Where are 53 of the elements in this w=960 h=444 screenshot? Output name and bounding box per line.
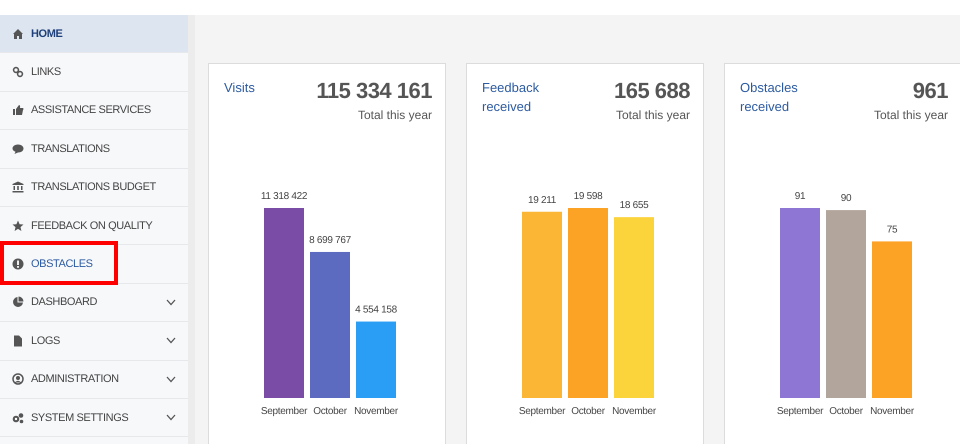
menu-icon	[12, 142, 24, 155]
category-label: October	[829, 406, 863, 417]
total-value: 961	[912, 78, 948, 104]
value-label: 91	[794, 191, 806, 202]
total-caption: Total this year	[614, 108, 690, 122]
menu-icon	[12, 373, 24, 386]
sidebar-item[interactable]: ADMINISTRATION	[0, 360, 188, 399]
card-title: Obstacles received	[740, 79, 799, 116]
category-label: October	[571, 406, 605, 417]
sidebar-item[interactable]: DASHBOARD	[0, 284, 188, 322]
value-label: 19 598	[574, 191, 602, 202]
chevron-icon[interactable]	[166, 337, 176, 344]
value-label: 11 318 422	[260, 191, 308, 202]
value-label: 18 655	[620, 200, 648, 212]
sidebar-item[interactable]: SYSTEM SETTINGS	[0, 398, 188, 438]
value-label: 19 211	[528, 194, 556, 206]
sidebar-item[interactable]: TRANSLATIONS	[0, 130, 188, 169]
value-label: 8 699 767	[309, 234, 351, 246]
menu-icon	[12, 66, 24, 78]
chevron-icon[interactable]	[166, 298, 176, 306]
menu-icon	[12, 181, 24, 194]
total-caption: Total this year	[874, 108, 948, 122]
card-title: Visits	[224, 79, 256, 97]
total-value: 115 334 161	[316, 78, 432, 104]
sidebar-item[interactable]: ASSISTANCE SERVICES	[0, 92, 188, 130]
category-label: November	[612, 406, 656, 417]
category-label: September	[776, 406, 824, 417]
menu-icon	[12, 104, 24, 116]
sidebar-item[interactable]: TRANSLATIONS BUDGET	[0, 168, 188, 207]
sidebar-item[interactable]: FEEDBACK ON QUALITY	[0, 206, 188, 246]
category-label: September	[518, 406, 566, 417]
value-label: 4 554 158	[355, 304, 397, 316]
value-label: 90	[840, 193, 852, 204]
menu-icon	[12, 220, 24, 232]
total-caption: Total this year	[356, 108, 432, 122]
sidebar-item[interactable]: HOME	[0, 15, 188, 54]
sidebar-item[interactable]: LOGS	[0, 322, 188, 361]
menu-icon	[12, 258, 24, 270]
chevron-icon[interactable]	[166, 414, 176, 422]
category-label: October	[313, 406, 347, 417]
category-label: November	[870, 406, 914, 417]
menu-icon	[12, 296, 24, 308]
menu-icon	[12, 28, 24, 40]
menu-icon	[12, 412, 24, 424]
sidebar-item[interactable]: OBSTACLES	[0, 245, 188, 284]
menu-icon	[12, 334, 24, 347]
card-title: Feedback received	[482, 79, 540, 116]
value-label: 75	[886, 224, 898, 236]
sidebar-item[interactable]: LINKS	[0, 53, 188, 92]
category-label: September	[260, 406, 308, 417]
total-value: 165 688	[614, 78, 690, 104]
chevron-icon[interactable]	[166, 376, 176, 383]
category-label: November	[354, 406, 398, 417]
